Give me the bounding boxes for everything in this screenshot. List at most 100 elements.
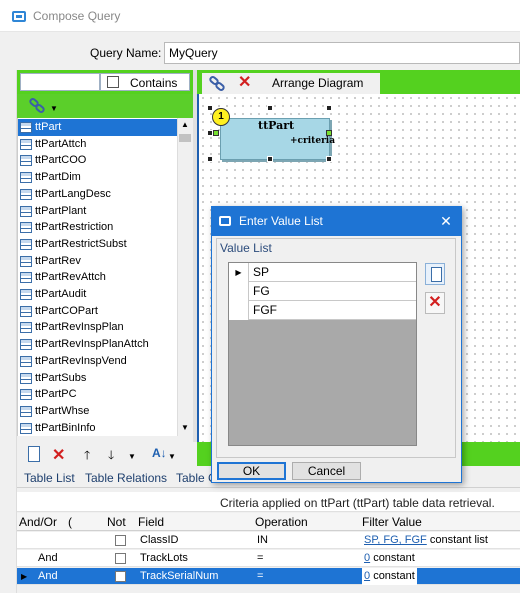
field-cell: TrackSerialNum: [140, 570, 219, 582]
table-list-scrollbar[interactable]: [177, 118, 193, 436]
table-list-item[interactable]: ttPartRevAttch: [18, 269, 177, 286]
delete-criteria-icon[interactable]: ✕: [52, 445, 65, 465]
query-name-label: Query Name:: [90, 46, 162, 60]
table-search-input[interactable]: [20, 73, 100, 91]
table-list-item[interactable]: ttPartPlant: [18, 203, 177, 220]
close-icon[interactable]: ✕: [436, 211, 456, 231]
resize-handle[interactable]: [326, 105, 332, 111]
cancel-button[interactable]: Cancel: [292, 462, 361, 480]
entity-criteria-label: +criteria: [290, 136, 336, 146]
operation-cell: =: [257, 552, 264, 564]
criteria-row[interactable]: ▶ And TrackSerialNum = 0 constant: [17, 568, 520, 585]
link-icon[interactable]: [28, 98, 46, 114]
dialog-icon: [219, 216, 231, 226]
query-name-input[interactable]: [164, 42, 520, 64]
contains-label: Contains: [130, 76, 178, 90]
resize-handle[interactable]: [207, 156, 213, 162]
tab-table-list[interactable]: Table List: [24, 471, 75, 485]
column-header-filter-value[interactable]: Filter Value: [362, 515, 422, 529]
table-list-item-label: ttPartBinInfo: [35, 421, 96, 434]
andor-cell: And: [38, 552, 58, 564]
table-list-item[interactable]: ttPartRev: [18, 253, 177, 270]
criteria-header-text: Criteria applied on ttPart (ttPart) tabl…: [220, 496, 495, 510]
delete-icon[interactable]: ✕: [238, 75, 254, 91]
scroll-thumb[interactable]: [179, 134, 191, 142]
move-up-arrow-icon[interactable]: 🡑: [84, 446, 90, 467]
resize-handle[interactable]: [326, 156, 332, 162]
table-list-item[interactable]: ttPartDim: [18, 169, 177, 186]
move-down-arrow-icon[interactable]: 🡓: [108, 446, 114, 467]
table-list-item[interactable]: ttPart: [18, 119, 177, 136]
table-list-item[interactable]: ttPartRevInspPlanAttch: [18, 336, 177, 353]
criteria-row[interactable]: And TrackLots = 0 constant: [17, 550, 520, 567]
table-list-item-label: ttPartPC: [35, 388, 77, 401]
resize-handle[interactable]: [267, 156, 273, 162]
row-selector[interactable]: [229, 301, 249, 320]
table-list-item[interactable]: ttPartRevInspVend: [18, 353, 177, 370]
table-list-item[interactable]: ttPartCOO: [18, 152, 177, 169]
table-list-item-label: ttPartRev: [35, 254, 81, 267]
link-icon[interactable]: [208, 76, 226, 92]
column-header-open-paren[interactable]: (: [68, 515, 72, 529]
not-checkbox[interactable]: [115, 571, 126, 582]
connector-handle[interactable]: [213, 130, 219, 136]
table-list-item[interactable]: ttPartAudit: [18, 286, 177, 303]
ok-button[interactable]: OK: [217, 462, 286, 480]
table-icon: [20, 322, 32, 334]
scroll-down-arrow[interactable]: ▼: [177, 421, 193, 435]
arrange-diagram-label: Arrange Diagram: [272, 76, 364, 90]
table-icon: [20, 305, 32, 317]
table-list-item[interactable]: ttPartCOPart: [18, 303, 177, 320]
table-icon: [20, 405, 32, 417]
table-list-item[interactable]: ttPartWhse: [18, 403, 177, 420]
table-list-item[interactable]: ttPartRevInspPlan: [18, 319, 177, 336]
sort-icon[interactable]: A↓: [152, 446, 167, 460]
criteria-row[interactable]: ClassID IN SP, FG, FGF constant list: [17, 532, 520, 549]
connector-handle[interactable]: [326, 130, 332, 136]
value-list-row[interactable]: FGF: [229, 301, 416, 320]
table-icon: [20, 138, 32, 150]
table-list-item[interactable]: ttPartRestrictSubst: [18, 236, 177, 253]
resize-handle[interactable]: [207, 105, 213, 111]
scroll-up-arrow[interactable]: ▲: [177, 118, 193, 132]
new-criteria-icon[interactable]: [28, 446, 40, 462]
table-list-item-label: ttPartLangDesc: [35, 187, 111, 200]
chevron-down-icon[interactable]: ▼: [168, 452, 176, 461]
filter-value-cell: 0 constant: [362, 568, 417, 585]
table-list-item[interactable]: ttPartRestriction: [18, 219, 177, 236]
table-icon: [20, 272, 32, 284]
not-checkbox[interactable]: [115, 535, 126, 546]
tab-table-relations[interactable]: Table Relations: [85, 471, 167, 485]
dialog-title: Enter Value List: [239, 214, 323, 228]
table-list-item-label: ttPartSubs: [35, 371, 87, 384]
chevron-down-icon[interactable]: ▼: [128, 452, 136, 461]
table-icon: [20, 222, 32, 234]
column-header-andor[interactable]: And/Or: [19, 515, 57, 529]
table-list-item-label: ttPartCOPart: [35, 304, 98, 317]
table-list-item[interactable]: ttPartLangDesc: [18, 186, 177, 203]
filter-value-link[interactable]: SP, FG, FGF: [364, 534, 427, 546]
table-icon: [20, 205, 32, 217]
not-checkbox[interactable]: [115, 553, 126, 564]
row-selector[interactable]: ▶: [229, 263, 249, 282]
new-value-button[interactable]: [425, 263, 445, 285]
value-list-row[interactable]: FG: [229, 282, 416, 301]
chevron-down-icon[interactable]: ▼: [50, 104, 58, 113]
value-list-row[interactable]: ▶ SP: [229, 263, 416, 282]
table-list-item[interactable]: ttPartSubs: [18, 370, 177, 387]
operation-cell: IN: [257, 534, 268, 546]
column-header-field[interactable]: Field: [138, 515, 164, 529]
table-icon: [20, 289, 32, 300]
table-list-item[interactable]: ttPartBinInfo: [18, 420, 177, 436]
table-list-item[interactable]: ttPartAttch: [18, 136, 177, 153]
filter-value-type: constant: [373, 552, 415, 564]
arrange-diagram-button[interactable]: Arrange Diagram ▼: [266, 74, 374, 108]
table-list-item[interactable]: ttPartPC: [18, 386, 177, 403]
delete-value-button[interactable]: ✕: [425, 292, 445, 314]
row-selector[interactable]: [229, 282, 249, 301]
resize-handle[interactable]: [267, 105, 273, 111]
column-header-operation[interactable]: Operation: [255, 515, 308, 529]
column-header-not[interactable]: Not: [107, 515, 126, 529]
contains-checkbox[interactable]: [107, 76, 119, 88]
filter-value-type: constant list: [429, 534, 488, 546]
